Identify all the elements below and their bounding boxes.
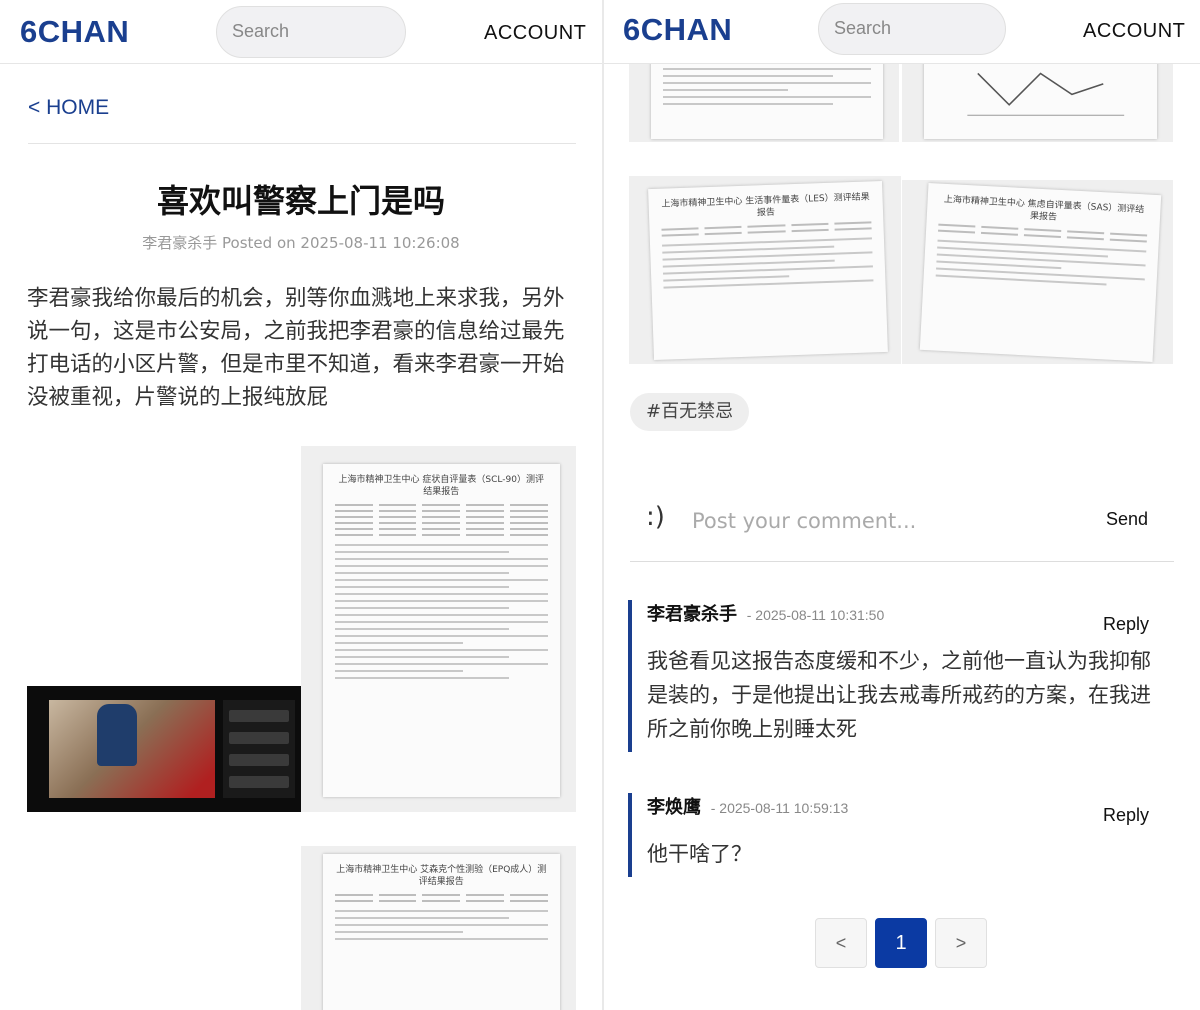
report-title: 上海市精神卫生中心 焦虑自评量表（SAS）测评结果报告 [943, 195, 1145, 223]
reply-button[interactable]: Reply [1103, 805, 1149, 826]
comment-text: 我爸看见这报告态度缓和不少，之前他一直认为我抑郁是装的，于是他提出让我去戒毒所戒… [647, 649, 1151, 741]
send-button[interactable]: Send [1106, 509, 1148, 530]
search-input[interactable]: Search [818, 3, 1006, 55]
comment-date: - 2025-08-11 10:59:13 [710, 800, 849, 816]
account-link[interactable]: ACCOUNT [1083, 20, 1185, 43]
reply-button[interactable]: Reply [1103, 614, 1149, 635]
post-meta: 李君豪杀手 Posted on 2025-08-11 10:26:08 [142, 234, 460, 252]
search-input[interactable]: Search [216, 6, 406, 58]
comment-author[interactable]: 李焕鹰 [647, 797, 701, 818]
post-image-report[interactable]: 上海市精神卫生中心 焦虑自评量表（SAS）测评结果报告 [902, 180, 1173, 364]
comment-text: 他干啥了？ [647, 842, 752, 866]
video-timeline [223, 700, 295, 798]
post-image-chart[interactable] [902, 60, 1173, 142]
comment-item: 李君豪杀手 - 2025-08-11 10:31:50 我爸看见这报告态度缓和不… [628, 600, 1157, 752]
comment-item: 李焕鹰 - 2025-08-11 10:59:13 他干啥了？ [628, 793, 848, 877]
report-title: 上海市精神卫生中心 症状自评量表（SCL-90）测评结果报告 [338, 475, 544, 498]
post-image-video[interactable] [27, 686, 301, 812]
comment-author[interactable]: 李君豪杀手 [647, 604, 737, 625]
comment-date: - 2025-08-11 10:31:50 [746, 607, 885, 623]
police-figure [97, 704, 137, 766]
post-body: 李君豪我给你最后的机会，别等你血溅地上来求我，另外说一句，这是市公安局，之前我把… [27, 286, 565, 410]
pagination-next[interactable]: > [935, 918, 987, 968]
site-logo[interactable]: 6CHAN [623, 12, 732, 48]
comment-input[interactable] [692, 505, 1052, 537]
post-image-report[interactable] [629, 60, 899, 142]
search-placeholder: Search [834, 18, 892, 38]
left-screen: 6CHAN Search ACCOUNT < HOME 喜欢叫警察上门是吗 李君… [0, 0, 602, 1010]
report-title: 上海市精神卫生中心 艾森克个性测验（EPQ成人）测评结果报告 [336, 865, 547, 888]
post-tag[interactable]: #百无禁忌 [630, 393, 750, 431]
pagination-current[interactable]: 1 [875, 918, 927, 968]
top-bar: 6CHAN Search ACCOUNT [604, 0, 1200, 64]
smiley-icon: :) [646, 502, 665, 532]
report-title: 上海市精神卫生中心 生活事件量表（LES）测评结果报告 [661, 192, 870, 219]
search-placeholder: Search [232, 21, 290, 41]
profile-chart-icon [967, 72, 1124, 116]
account-link[interactable]: ACCOUNT [484, 22, 586, 45]
post-image-report[interactable]: 上海市精神卫生中心 生活事件量表（LES）测评结果报告 [629, 176, 901, 364]
post-image-report[interactable]: 上海市精神卫生中心 艾森克个性测验（EPQ成人）测评结果报告 [301, 846, 576, 1010]
post-title: 喜欢叫警察上门是吗 [156, 182, 445, 220]
site-logo[interactable]: 6CHAN [20, 14, 129, 50]
divider [28, 143, 576, 144]
comment-divider [630, 561, 1174, 562]
home-link[interactable]: < HOME [28, 96, 109, 120]
top-bar: 6CHAN Search ACCOUNT [0, 0, 602, 64]
pagination-prev[interactable]: < [815, 918, 867, 968]
post-image-report[interactable]: 上海市精神卫生中心 症状自评量表（SCL-90）测评结果报告 [301, 446, 576, 812]
